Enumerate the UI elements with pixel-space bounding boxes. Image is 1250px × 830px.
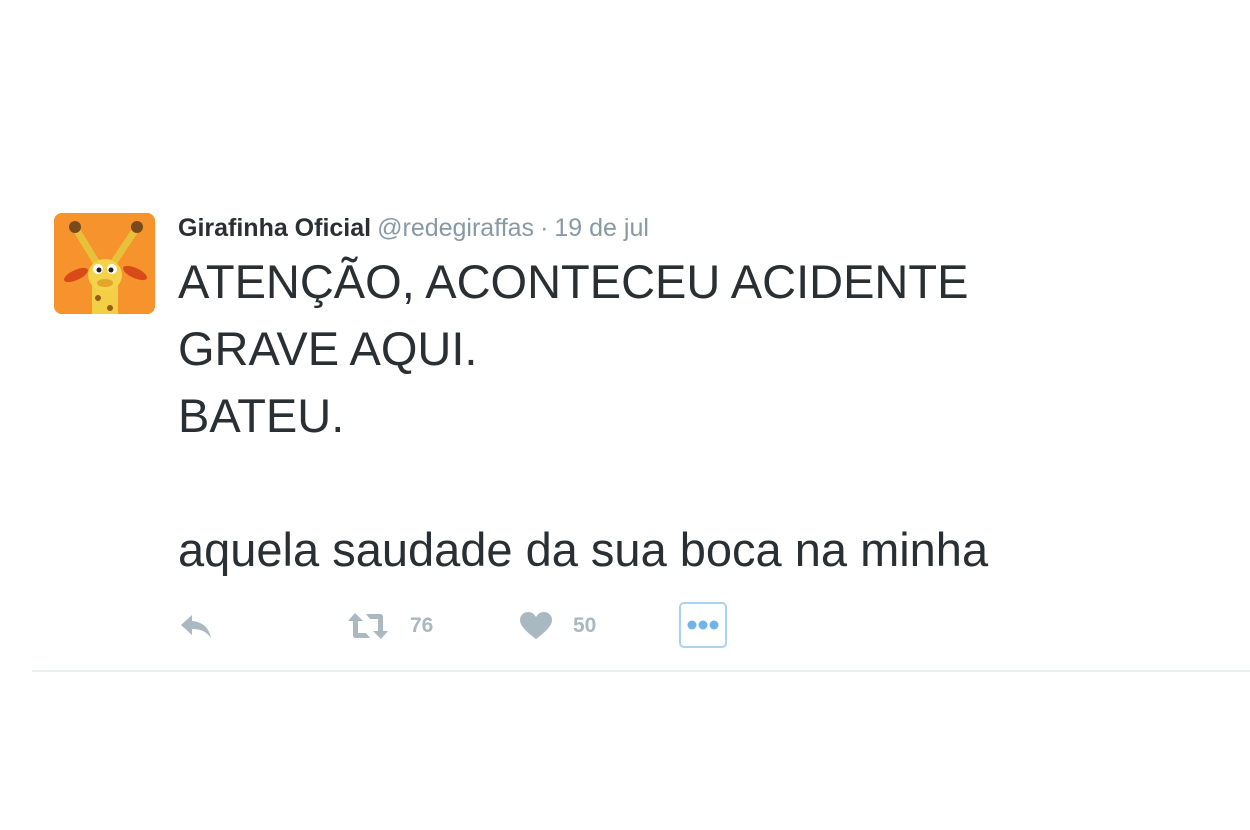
tweet-text-line: aquela saudade da sua boca na minha — [178, 523, 989, 576]
like-button[interactable]: 50 — [519, 600, 596, 652]
tweet-text: ATENÇÃO, ACONTECEU ACIDENTE GRAVE AQUI. … — [178, 248, 1218, 583]
display-name[interactable]: Girafinha Oficial — [178, 214, 371, 242]
more-button[interactable] — [679, 602, 727, 648]
avatar[interactable] — [54, 213, 155, 314]
tweet-text-line: BATEU. — [178, 389, 345, 442]
more-dots-icon — [687, 620, 719, 630]
retweet-count: 76 — [410, 614, 434, 637]
tweet-text-line: ATENÇÃO, ACONTECEU ACIDENTE — [178, 255, 969, 308]
divider — [32, 670, 1250, 672]
tweet-header: Girafinha Oficial @redegiraffas · 19 de jul — [178, 212, 649, 244]
heart-icon — [520, 612, 552, 639]
reply-icon — [181, 615, 211, 638]
tweet-text-line: GRAVE AQUI. — [178, 322, 478, 375]
separator-dot: · — [540, 214, 549, 242]
like-count: 50 — [573, 614, 597, 637]
giraffe-icon — [54, 213, 155, 314]
tweet-card: Girafinha Oficial @redegiraffas · 19 de jul… — [0, 0, 1250, 830]
timestamp[interactable]: 19 de jul — [554, 214, 649, 242]
line-break — [178, 449, 1218, 516]
retweet-icon — [348, 613, 388, 639]
retweet-button[interactable]: 76 — [346, 600, 433, 652]
reply-button[interactable] — [178, 600, 214, 652]
user-handle[interactable]: @redegiraffas — [377, 214, 534, 242]
